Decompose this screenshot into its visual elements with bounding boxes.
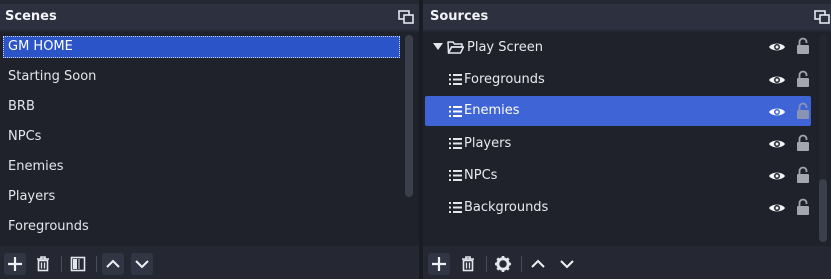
add-source-button[interactable]	[428, 253, 450, 275]
eye-icon[interactable]	[768, 41, 786, 53]
sources-dock: Sources Play Screen Foregrounds Enemies …	[423, 0, 831, 279]
trash-icon	[462, 256, 474, 272]
undock-icon[interactable]	[814, 10, 830, 24]
move-scene-down-button[interactable]	[131, 253, 153, 275]
scenes-title: Scenes	[5, 9, 57, 24]
sources-toolbar	[423, 247, 831, 279]
source-label: Foregrounds	[464, 72, 545, 87]
source-label: Enemies	[464, 103, 520, 118]
source-row-selected[interactable]: Enemies	[425, 96, 811, 126]
scene-item-label: GM HOME	[8, 39, 73, 54]
undock-icon[interactable]	[398, 10, 414, 24]
source-properties-button[interactable]	[492, 253, 514, 275]
toolbar-divider	[521, 256, 522, 272]
source-row[interactable]: Players	[425, 129, 811, 159]
eye-icon[interactable]	[768, 138, 786, 150]
list-icon	[449, 106, 462, 117]
eye-icon[interactable]	[768, 170, 786, 182]
scene-item[interactable]: Starting Soon	[8, 69, 96, 84]
scene-item[interactable]: Enemies	[8, 159, 64, 174]
sources-list[interactable]: Play Screen Foregrounds Enemies Players …	[423, 32, 831, 246]
toolbar-divider	[486, 256, 487, 272]
unlocked-padlock-icon[interactable]	[796, 198, 810, 216]
scene-item[interactable]: NPCs	[8, 129, 41, 144]
move-source-up-button[interactable]	[527, 253, 549, 275]
eye-icon[interactable]	[768, 74, 786, 86]
unlocked-padlock-icon[interactable]	[796, 134, 810, 152]
filter-icon	[70, 256, 86, 272]
source-label: Players	[464, 136, 512, 151]
chevron-down-icon	[135, 260, 149, 269]
scene-item[interactable]: Players	[8, 189, 55, 204]
gear-icon	[495, 256, 511, 272]
list-icon	[449, 138, 462, 149]
sources-scrollbar[interactable]	[819, 34, 827, 242]
source-row[interactable]: Backgrounds	[425, 193, 811, 223]
trash-icon	[37, 256, 49, 272]
move-source-down-button[interactable]	[556, 253, 578, 275]
list-icon	[449, 74, 462, 85]
move-scene-up-button[interactable]	[102, 253, 124, 275]
scene-item-selected[interactable]: GM HOME	[3, 36, 400, 58]
scenes-scrollbar[interactable]	[405, 35, 413, 197]
sources-scrollbar-thumb[interactable]	[819, 179, 827, 242]
source-label: Backgrounds	[464, 200, 549, 215]
scenes-toolbar	[0, 247, 419, 279]
unlocked-padlock-icon[interactable]	[796, 166, 810, 184]
sources-header: Sources	[423, 4, 831, 30]
scenes-list[interactable]: GM HOME Starting Soon BRB NPCs Enemies P…	[0, 32, 419, 246]
scene-filters-button[interactable]	[67, 253, 89, 275]
add-scene-button[interactable]	[4, 253, 26, 275]
source-row[interactable]: NPCs	[425, 161, 811, 191]
scene-item[interactable]: Foregrounds	[8, 219, 89, 234]
eye-icon[interactable]	[768, 202, 786, 214]
source-row[interactable]: Foregrounds	[425, 65, 811, 95]
chevron-up-icon	[531, 259, 545, 268]
source-group-row[interactable]: Play Screen	[425, 33, 811, 63]
remove-source-button[interactable]	[457, 253, 479, 275]
plus-icon	[432, 257, 446, 271]
folder-open-icon	[447, 41, 464, 54]
toolbar-divider	[96, 256, 97, 272]
sources-title: Sources	[430, 9, 489, 24]
plus-icon	[8, 257, 22, 271]
list-icon	[449, 202, 462, 213]
source-label: NPCs	[464, 168, 498, 183]
scenes-header: Scenes	[0, 4, 419, 30]
list-icon	[449, 170, 462, 181]
caret-down-icon[interactable]	[433, 43, 443, 51]
toolbar-divider	[61, 256, 62, 272]
chevron-up-icon	[106, 259, 120, 268]
unlocked-padlock-icon[interactable]	[796, 70, 810, 88]
scenes-scrollbar-thumb[interactable]	[405, 35, 413, 197]
eye-icon[interactable]	[768, 106, 786, 118]
scenes-dock: Scenes GM HOME Starting Soon BRB NPCs En…	[0, 0, 419, 279]
unlocked-padlock-icon[interactable]	[796, 102, 810, 120]
remove-scene-button[interactable]	[32, 253, 54, 275]
chevron-down-icon	[560, 260, 574, 269]
unlocked-padlock-icon[interactable]	[796, 37, 810, 55]
scene-item[interactable]: BRB	[8, 99, 35, 114]
source-group-label: Play Screen	[467, 40, 543, 55]
